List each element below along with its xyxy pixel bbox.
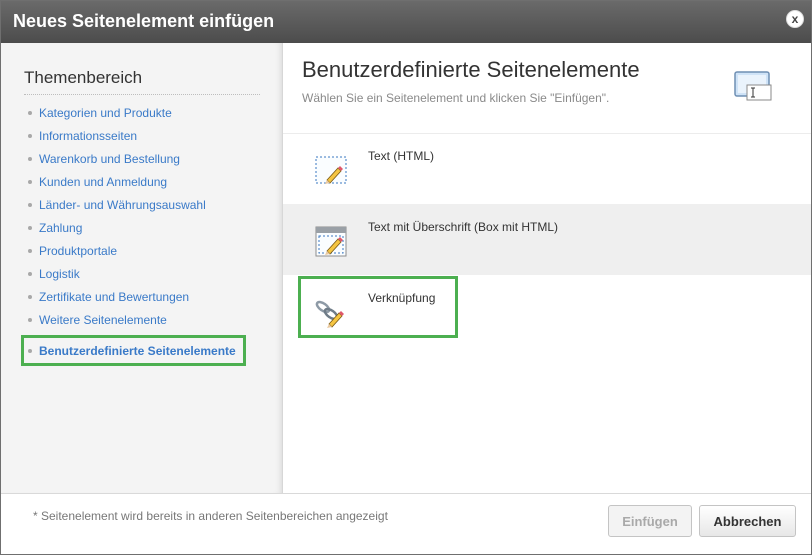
dialog: Neues Seitenelement einfügen x Themenber… (0, 0, 812, 555)
sidebar-item-label: Kategorien und Produkte (39, 105, 172, 120)
element-item-label: Text mit Überschrift (Box mit HTML) (368, 220, 559, 234)
bullet-icon (28, 348, 32, 353)
sidebar-item-label: Warenkorb und Bestellung (39, 151, 180, 166)
text-html-icon (315, 156, 347, 184)
sidebar-item-label: Länder- und Währungsauswahl (39, 197, 206, 212)
sidebar-heading: Themenbereich (24, 68, 143, 87)
element-item-text-html[interactable]: Text (HTML) (283, 133, 811, 204)
sidebar-item-zertifikate[interactable]: Zertifikate und Bewertungen (28, 285, 206, 308)
insert-button[interactable]: Einfügen (608, 505, 692, 537)
sidebar-item-label: Produktportale (39, 243, 118, 258)
element-item-label: Text (HTML) (368, 149, 434, 163)
sidebar-item-produktportale[interactable]: Produktportale (28, 239, 206, 262)
main-panel: Benutzerdefinierte Seitenelemente Wählen… (283, 43, 811, 493)
sidebar-item-laender[interactable]: Länder- und Währungsauswahl (28, 193, 206, 216)
element-item-label: Verknüpfung (368, 291, 436, 305)
sidebar-item-benutzerdefiniert-active[interactable]: Benutzerdefinierte Seitenelemente (21, 335, 246, 366)
sidebar-item-label: Benutzerdefinierte Seitenelemente (39, 343, 236, 358)
element-list: Text (HTML) Text mit Überschrift (Box mi… (283, 133, 811, 346)
bullet-icon (28, 133, 32, 138)
close-button[interactable]: x (786, 10, 804, 28)
close-icon: x (791, 12, 799, 26)
sidebar-item-logistik[interactable]: Logistik (28, 262, 206, 285)
sidebar: Themenbereich Kategorien und Produkte In… (1, 43, 283, 493)
bullet-icon (28, 271, 32, 276)
footer-note: * Seitenelement wird bereits in anderen … (33, 509, 388, 523)
bullet-icon (28, 225, 32, 230)
dialog-titlebar: Neues Seitenelement einfügen x (1, 1, 811, 43)
link-icon (315, 300, 344, 328)
sidebar-divider (24, 94, 260, 95)
bullet-icon (28, 317, 32, 322)
sidebar-item-zahlung[interactable]: Zahlung (28, 216, 206, 239)
page-title: Benutzerdefinierte Seitenelemente (302, 57, 640, 82)
bullet-icon (28, 179, 32, 184)
text-box-icon (315, 226, 347, 257)
sidebar-item-label: Kunden und Anmeldung (39, 174, 168, 189)
sidebar-item-warenkorb[interactable]: Warenkorb und Bestellung (28, 147, 206, 170)
page-subtitle: Wählen Sie ein Seitenelement und klicken… (302, 91, 610, 105)
sidebar-item-label: Informationsseiten (39, 128, 138, 143)
sidebar-item-label: Logistik (39, 266, 80, 281)
cancel-button[interactable]: Abbrechen (699, 505, 796, 537)
element-item-link[interactable]: Verknüpfung (283, 275, 811, 346)
monitor-text-icon (734, 71, 772, 101)
sidebar-item-label: Zertifikate und Bewertungen (39, 289, 190, 304)
bullet-icon (28, 202, 32, 207)
sidebar-item-label: Zahlung (39, 220, 83, 235)
sidebar-list: Kategorien und Produkte Informationsseit… (28, 101, 206, 331)
dialog-title: Neues Seitenelement einfügen (13, 11, 275, 31)
sidebar-item-weitere[interactable]: Weitere Seitenelemente (28, 308, 206, 331)
main-header: Benutzerdefinierte Seitenelemente Wählen… (283, 43, 811, 134)
bullet-icon (28, 156, 32, 161)
sidebar-item-informationsseiten[interactable]: Informationsseiten (28, 124, 206, 147)
sidebar-item-kunden[interactable]: Kunden und Anmeldung (28, 170, 206, 193)
dialog-footer: * Seitenelement wird bereits in anderen … (1, 493, 811, 554)
bullet-icon (28, 294, 32, 299)
sidebar-item-kategorien[interactable]: Kategorien und Produkte (28, 101, 206, 124)
sidebar-item-label: Weitere Seitenelemente (39, 312, 167, 327)
bullet-icon (28, 110, 32, 115)
element-item-text-box[interactable]: Text mit Überschrift (Box mit HTML) (283, 204, 811, 275)
bullet-icon (28, 248, 32, 253)
